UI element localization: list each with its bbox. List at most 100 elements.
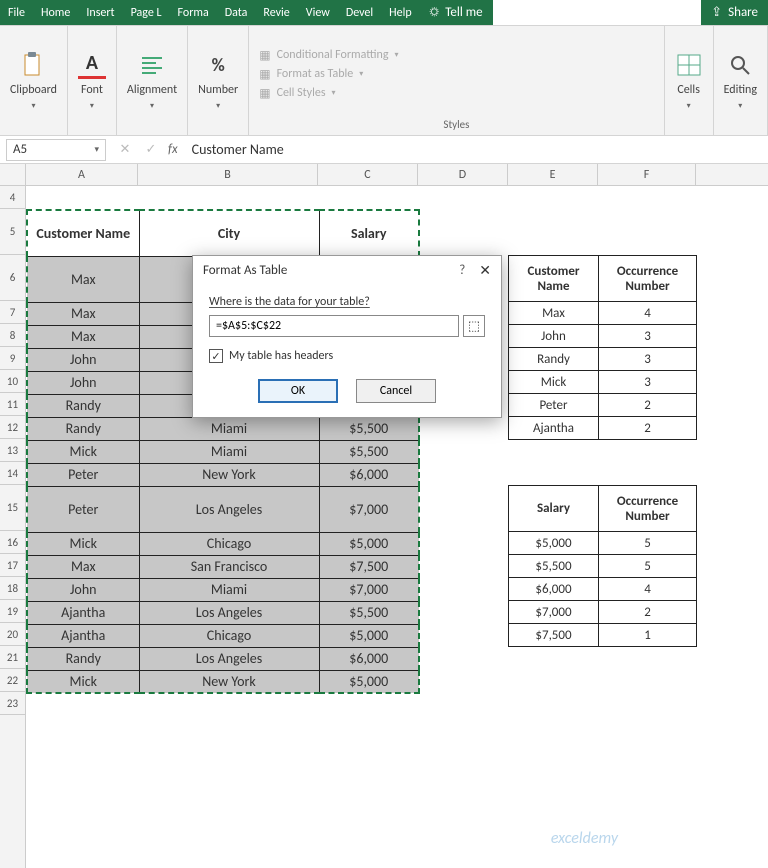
alignment-button[interactable]: Alignment▾ [127, 51, 177, 111]
table-cell[interactable]: 5 [599, 532, 697, 555]
row-header-9[interactable]: 9 [0, 347, 25, 370]
row-header-17[interactable]: 17 [0, 554, 25, 577]
table-cell[interactable]: 2 [599, 417, 697, 440]
table-cell[interactable]: Los Angeles [139, 486, 319, 532]
table-cell[interactable]: $7,500 [319, 555, 419, 578]
table-cell[interactable]: Peter [27, 463, 139, 486]
select-all-corner[interactable] [0, 164, 26, 185]
row-header-12[interactable]: 12 [0, 416, 25, 439]
table-cell[interactable]: Max [27, 302, 139, 325]
accept-formula-icon[interactable]: ✓ [138, 142, 164, 157]
tab-formulas[interactable]: Forma [170, 0, 217, 25]
tab-developer[interactable]: Devel [338, 0, 381, 25]
tab-insert[interactable]: Insert [78, 0, 122, 25]
table-cell[interactable]: 2 [599, 601, 697, 624]
table-cell[interactable]: Peter [27, 486, 139, 532]
tab-view[interactable]: View [298, 0, 338, 25]
col-header-F[interactable]: F [598, 164, 696, 185]
row-header-4[interactable]: 4 [0, 186, 25, 209]
formula-input[interactable]: Customer Name [186, 141, 768, 158]
col-header-E[interactable]: E [508, 164, 598, 185]
table-cell[interactable]: John [27, 578, 139, 601]
row-header-21[interactable]: 21 [0, 646, 25, 669]
cell-styles-button[interactable]: ▦Cell Styles▾ [259, 86, 398, 101]
col-header-A[interactable]: A [26, 164, 138, 185]
ok-button[interactable]: OK [258, 379, 338, 403]
table-cell[interactable]: Max [27, 256, 139, 302]
table-cell[interactable]: 4 [599, 578, 697, 601]
fx-icon[interactable]: fx [168, 142, 178, 157]
table-cell[interactable]: John [509, 325, 599, 348]
tell-me[interactable]: ☼ Tell me [420, 0, 493, 25]
table-cell[interactable]: 1 [599, 624, 697, 647]
tab-home[interactable]: Home [33, 0, 78, 25]
cancel-button[interactable]: Cancel [356, 379, 436, 403]
clipboard-button[interactable]: Clipboard▾ [10, 51, 57, 111]
format-as-table-button[interactable]: ▦Format as Table▾ [259, 67, 398, 82]
col-header-D[interactable]: D [418, 164, 508, 185]
table-cell[interactable]: 2 [599, 394, 697, 417]
table-cell[interactable]: $5,000 [319, 624, 419, 647]
table-cell[interactable]: John [27, 348, 139, 371]
table-cell[interactable]: San Francisco [139, 555, 319, 578]
table-header[interactable]: Salary [319, 210, 419, 256]
table-cell[interactable]: $5,000 [319, 532, 419, 555]
table-cell[interactable]: Mick [27, 532, 139, 555]
editing-button[interactable]: Editing▾ [724, 51, 757, 111]
table-cell[interactable]: Los Angeles [139, 601, 319, 624]
table-cell[interactable]: $6,000 [509, 578, 599, 601]
table-cell[interactable]: Max [27, 555, 139, 578]
range-selector-icon[interactable]: ⬚ [463, 315, 485, 337]
name-box[interactable]: A5 ▾ [6, 139, 106, 161]
row-header-22[interactable]: 22 [0, 669, 25, 692]
table-cell[interactable]: 3 [599, 371, 697, 394]
table-cell[interactable]: 5 [599, 555, 697, 578]
tab-file[interactable]: File [0, 0, 33, 25]
font-button[interactable]: AFont▾ [78, 51, 106, 111]
row-header-8[interactable]: 8 [0, 324, 25, 347]
row-header-20[interactable]: 20 [0, 623, 25, 646]
table-header[interactable]: Customer Name [509, 256, 599, 302]
number-button[interactable]: %Number▾ [198, 51, 238, 111]
row-header-16[interactable]: 16 [0, 531, 25, 554]
row-header-15[interactable]: 15 [0, 485, 25, 531]
table-cell[interactable]: $7,000 [319, 486, 419, 532]
table-cell[interactable]: Miami [139, 417, 319, 440]
row-header-14[interactable]: 14 [0, 462, 25, 485]
checkbox-icon[interactable]: ✓ [209, 349, 223, 363]
table-cell[interactable]: $5,500 [509, 555, 599, 578]
table-cell[interactable]: New York [139, 670, 319, 693]
row-header-13[interactable]: 13 [0, 439, 25, 462]
close-icon[interactable]: ✕ [479, 262, 491, 279]
row-header-7[interactable]: 7 [0, 301, 25, 324]
table-cell[interactable]: Ajantha [27, 624, 139, 647]
table-header[interactable]: Salary [509, 486, 599, 532]
tab-review[interactable]: Revie [255, 0, 297, 25]
table-cell[interactable]: $7,500 [509, 624, 599, 647]
table-cell[interactable]: Chicago [139, 624, 319, 647]
table-cell[interactable]: 3 [599, 348, 697, 371]
row-header-5[interactable]: 5 [0, 209, 25, 255]
table-cell[interactable]: Los Angeles [139, 647, 319, 670]
table-cell[interactable]: $5,500 [319, 417, 419, 440]
table-header[interactable]: Customer Name [27, 210, 139, 256]
table-cell[interactable]: $5,000 [319, 670, 419, 693]
table-cell[interactable]: Max [27, 325, 139, 348]
share-button[interactable]: ⇪ Share [701, 0, 768, 25]
headers-checkbox-row[interactable]: ✓ My table has headers [209, 349, 485, 363]
col-header-B[interactable]: B [138, 164, 318, 185]
table-cell[interactable]: Chicago [139, 532, 319, 555]
row-header-23[interactable]: 23 [0, 692, 25, 715]
tab-help[interactable]: Help [381, 0, 420, 25]
table-cell[interactable]: New York [139, 463, 319, 486]
table-header[interactable]: Occurrence Number [599, 486, 697, 532]
table-cell[interactable]: $6,000 [319, 647, 419, 670]
range-input[interactable] [209, 315, 459, 337]
table-cell[interactable]: 3 [599, 325, 697, 348]
table-cell[interactable]: $6,000 [319, 463, 419, 486]
table-cell[interactable]: $5,500 [319, 601, 419, 624]
conditional-formatting-button[interactable]: ▦Conditional Formatting▾ [259, 48, 398, 63]
cells-button[interactable]: Cells▾ [675, 51, 703, 111]
table-cell[interactable]: Mick [27, 670, 139, 693]
col-header-C[interactable]: C [318, 164, 418, 185]
